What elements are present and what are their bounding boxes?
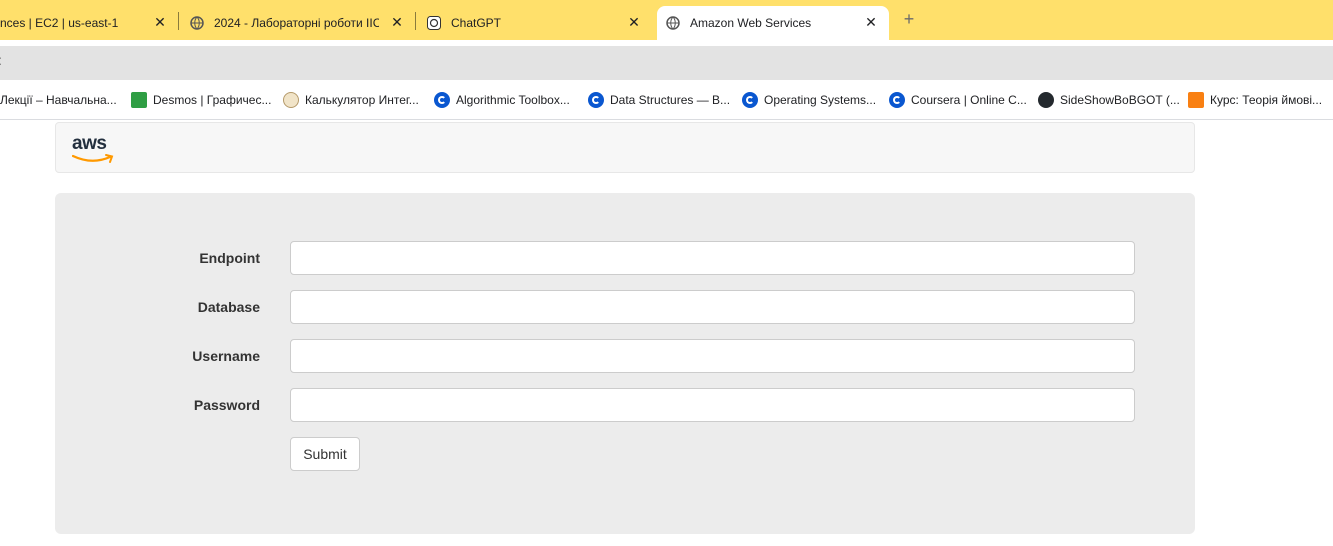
password-label: Password	[193, 397, 260, 413]
bookmark-data-structures[interactable]: Data Structures — B...	[588, 91, 730, 109]
close-icon[interactable]: ✕	[863, 14, 879, 30]
bookmark-label: Курс: Теорія ймові...	[1210, 93, 1323, 107]
close-icon[interactable]: ✕	[626, 14, 642, 30]
bookmark-label: Operating Systems...	[764, 93, 877, 107]
password-input[interactable]	[290, 388, 1135, 422]
endpoint-label: Endpoint	[199, 250, 260, 266]
aws-logo-text: aws	[72, 133, 107, 154]
globe-icon	[666, 16, 680, 30]
password-row: Password	[55, 388, 1195, 422]
coursera-icon	[889, 92, 905, 108]
address-bar[interactable]: :	[0, 46, 1333, 80]
bookmark-label: Coursera | Online C...	[911, 93, 1027, 107]
bookmark-probability-course[interactable]: Курс: Теорія ймові...	[1188, 91, 1322, 109]
bookmark-label: SideShowBoBGOT (...	[1060, 93, 1180, 107]
database-label: Database	[197, 299, 260, 315]
globe-icon	[190, 16, 204, 30]
desmos-icon	[131, 92, 147, 108]
submit-button[interactable]: Submit	[290, 437, 360, 471]
chatgpt-icon	[427, 16, 441, 30]
bookmark-operating-systems[interactable]: Operating Systems...	[742, 91, 876, 109]
bookmark-lectures[interactable]: Лекції – Навчальна...	[0, 91, 117, 109]
tab-title: Amazon Web Services	[690, 16, 812, 30]
tab-labs[interactable]: 2024 - Лабораторні роботи ІІС ✕	[190, 6, 415, 40]
tab-separator	[415, 12, 416, 30]
tab-chatgpt[interactable]: ChatGPT ✕	[427, 6, 652, 40]
bookmark-label: Algorithmic Toolbox...	[456, 93, 570, 107]
aws-smile-icon	[72, 154, 114, 163]
moodle-icon	[1188, 92, 1204, 108]
bookmark-coursera[interactable]: Coursera | Online C...	[889, 91, 1027, 109]
bookmark-label: Data Structures — B...	[610, 93, 731, 107]
bookmark-algorithmic-toolbox[interactable]: Algorithmic Toolbox...	[434, 91, 570, 109]
tab-title: ChatGPT	[451, 16, 502, 30]
github-icon	[1038, 92, 1054, 108]
username-row: Username	[55, 339, 1195, 373]
bookmark-desmos[interactable]: Desmos | Графичес...	[131, 91, 271, 109]
aws-logo[interactable]: aws	[72, 133, 116, 165]
tab-title: 2024 - Лабораторні роботи ІІС	[214, 16, 379, 30]
bookmarks-bar: Лекції – Навчальна... Desmos | Графичес.…	[0, 80, 1333, 120]
close-icon[interactable]: ✕	[389, 14, 405, 30]
database-input[interactable]	[290, 290, 1135, 324]
endpoint-row: Endpoint	[55, 241, 1195, 275]
tab-separator	[178, 12, 179, 30]
username-input[interactable]	[290, 339, 1135, 373]
tab-strip: nces | EC2 | us-east-1 ✕ 2024 - Лаборато…	[0, 0, 1333, 40]
site-header: aws	[55, 122, 1195, 173]
username-label: Username	[192, 348, 260, 364]
close-icon[interactable]: ✕	[152, 14, 168, 30]
endpoint-input[interactable]	[290, 241, 1135, 275]
new-tab-button[interactable]: +	[900, 10, 918, 28]
bookmark-label: Лекції – Навчальна...	[0, 93, 117, 107]
coursera-icon	[434, 92, 450, 108]
bookmark-github[interactable]: SideShowBoBGOT (...	[1038, 91, 1180, 109]
database-row: Database	[55, 290, 1195, 324]
connection-form: Endpoint Database Username Password Subm…	[55, 193, 1195, 534]
coursera-icon	[588, 92, 604, 108]
tab-ec2[interactable]: nces | EC2 | us-east-1 ✕	[0, 6, 178, 40]
tab-title: nces | EC2 | us-east-1	[0, 16, 119, 30]
calculator-icon	[283, 92, 299, 108]
bookmark-label: Калькулятор Интег...	[305, 93, 419, 107]
toolbar: :	[0, 40, 1333, 80]
bookmark-calculator[interactable]: Калькулятор Интег...	[283, 91, 419, 109]
address-text: :	[0, 52, 2, 68]
coursera-icon	[742, 92, 758, 108]
bookmark-label: Desmos | Графичес...	[153, 93, 272, 107]
tab-aws[interactable]: Amazon Web Services ✕	[657, 6, 889, 40]
